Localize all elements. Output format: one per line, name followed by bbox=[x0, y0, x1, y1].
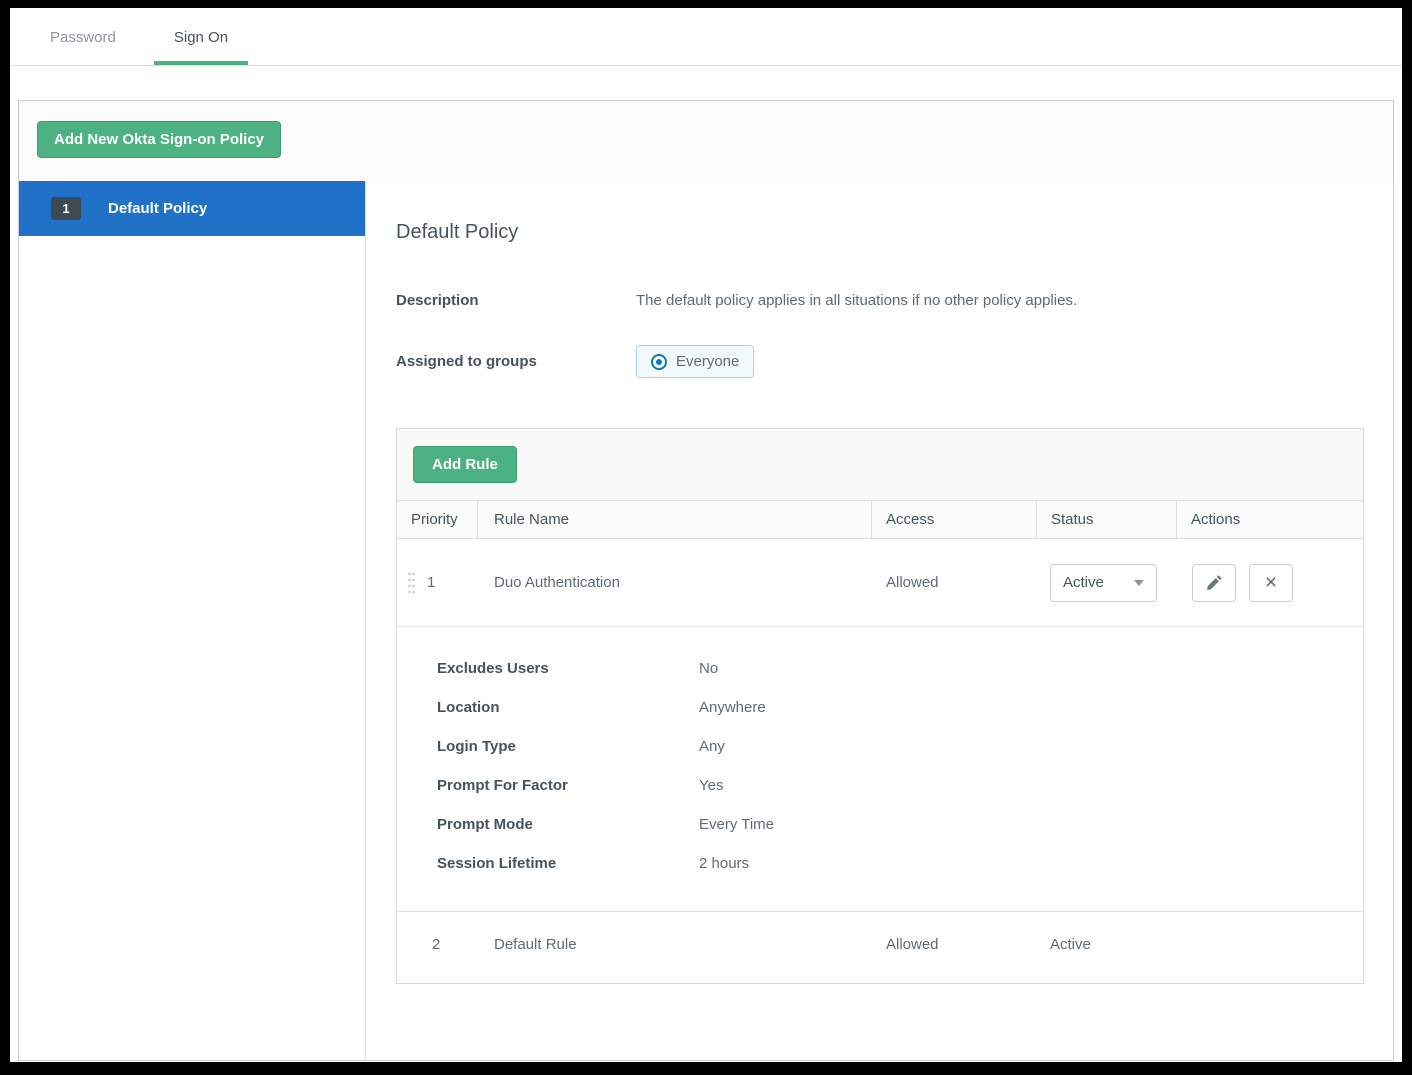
rule-row-duo-authentication: 1 Duo Authentication Allowed Active × bbox=[397, 539, 1363, 627]
detail-label: Login Type bbox=[437, 738, 516, 755]
description-row: Description The default policy applies i… bbox=[396, 292, 1364, 309]
rules-table-header: Priority Rule Name Access Status Actions bbox=[397, 501, 1363, 539]
column-header-rule-name: Rule Name bbox=[478, 501, 872, 538]
policy-item-label: Default Policy bbox=[108, 200, 208, 217]
tab-password[interactable]: Password bbox=[30, 8, 136, 65]
rule-actions-cell: × bbox=[1177, 563, 1363, 602]
detail-value: 2 hours bbox=[699, 855, 750, 872]
detail-label: Prompt Mode bbox=[437, 816, 533, 833]
detail-row-login-type: Login Type Any bbox=[437, 727, 1363, 766]
rule-status: Active bbox=[1050, 936, 1091, 953]
rule-actions-cell bbox=[1177, 936, 1363, 953]
detail-label: Session Lifetime bbox=[437, 855, 557, 872]
detail-row-location: Location Anywhere bbox=[437, 688, 1363, 727]
column-header-status: Status bbox=[1037, 501, 1177, 538]
rule-access: Allowed bbox=[886, 936, 939, 953]
rules-panel: Add Rule Priority Rule Name Access Statu… bbox=[396, 428, 1364, 984]
rule-name: Duo Authentication bbox=[494, 574, 620, 591]
column-header-access: Access bbox=[872, 501, 1037, 538]
column-header-priority: Priority bbox=[397, 501, 478, 538]
add-rule-button[interactable]: Add Rule bbox=[413, 446, 517, 483]
panel-toolbar: Add New Okta Sign-on Policy bbox=[19, 101, 1393, 181]
detail-row-excludes-users: Excludes Users No bbox=[437, 649, 1363, 688]
policy-title: Default Policy bbox=[396, 221, 519, 243]
policy-priority-badge: 1 bbox=[51, 197, 81, 220]
group-chip-everyone[interactable]: Everyone bbox=[636, 345, 755, 378]
edit-rule-button[interactable] bbox=[1192, 563, 1236, 602]
rules-toolbar: Add Rule bbox=[397, 429, 1363, 501]
rule-priority: 1 bbox=[427, 574, 436, 591]
detail-row-prompt-mode: Prompt Mode Every Time bbox=[437, 805, 1363, 844]
rule-priority: 2 bbox=[432, 936, 441, 953]
panel-body: 1 Default Policy Default Policy Descript… bbox=[19, 181, 1393, 1060]
detail-value: Every Time bbox=[699, 816, 775, 833]
detail-value: Anywhere bbox=[699, 699, 766, 716]
radio-selected-icon bbox=[651, 353, 667, 370]
rule-name: Default Rule bbox=[494, 936, 577, 953]
detail-label: Location bbox=[437, 699, 500, 716]
policy-list: 1 Default Policy bbox=[19, 181, 366, 1060]
rule-status-cell: Active bbox=[1037, 563, 1177, 602]
rule-details: Excludes Users No Location Anywhere Logi… bbox=[397, 627, 1363, 911]
policy-detail: Default Policy Description The default p… bbox=[366, 181, 1393, 1060]
column-header-actions: Actions bbox=[1191, 511, 1241, 528]
policy-list-item-default[interactable]: 1 Default Policy bbox=[19, 181, 365, 236]
close-icon: × bbox=[1264, 571, 1278, 594]
rule-priority-cell: 1 bbox=[397, 570, 478, 596]
detail-row-session-lifetime: Session Lifetime 2 hours bbox=[437, 844, 1363, 883]
page: Password Sign On Add New Okta Sign-on Po… bbox=[10, 8, 1402, 1062]
detail-row-prompt-for-factor: Prompt For Factor Yes bbox=[437, 766, 1363, 805]
group-chip-label: Everyone bbox=[676, 353, 740, 370]
tab-sign-on[interactable]: Sign On bbox=[153, 8, 249, 65]
rule-row-default-rule: 2 Default Rule Allowed Active bbox=[397, 911, 1363, 983]
rule-access: Allowed bbox=[886, 574, 939, 591]
detail-value: No bbox=[699, 660, 719, 677]
description-label: Description bbox=[396, 292, 479, 309]
caret-down-icon bbox=[1134, 579, 1144, 586]
status-dropdown[interactable]: Active bbox=[1050, 563, 1157, 602]
detail-value: Any bbox=[699, 738, 725, 755]
assigned-groups-row: Assigned to groups Everyone bbox=[396, 345, 1364, 378]
detail-label: Prompt For Factor bbox=[437, 777, 568, 794]
add-policy-button[interactable]: Add New Okta Sign-on Policy bbox=[37, 121, 282, 158]
detail-label: Excludes Users bbox=[437, 660, 549, 677]
detail-value: Yes bbox=[699, 777, 724, 794]
tab-bar: Password Sign On bbox=[10, 8, 1402, 66]
description-value: The default policy applies in all situat… bbox=[636, 292, 1078, 309]
sign-on-policy-panel: Add New Okta Sign-on Policy 1 Default Po… bbox=[18, 100, 1394, 1061]
rule-priority-cell: 2 bbox=[397, 936, 478, 953]
pencil-icon bbox=[1206, 575, 1222, 590]
assigned-groups-label: Assigned to groups bbox=[396, 353, 537, 370]
status-dropdown-value: Active bbox=[1063, 574, 1104, 591]
drag-handle-icon[interactable] bbox=[407, 570, 416, 596]
delete-rule-button[interactable]: × bbox=[1249, 563, 1293, 602]
